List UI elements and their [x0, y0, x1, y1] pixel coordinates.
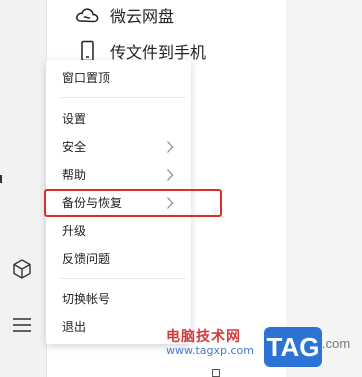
menu-item-label: 设置 — [62, 111, 87, 126]
menu-item-label: 安全 — [62, 139, 87, 154]
weiyun-drive-label: 微云网盘 — [110, 7, 175, 26]
cloud-icon — [74, 4, 100, 26]
menu-item-label: 升级 — [62, 223, 87, 238]
resize-handle[interactable] — [212, 369, 220, 377]
menu-item-feedback[interactable]: 反馈问题 — [46, 245, 191, 271]
menu-item-label: 退出 — [62, 319, 87, 334]
menu-item-label: 反馈问题 — [62, 251, 111, 266]
right-panel — [286, 0, 362, 377]
menu-item-switch-account[interactable]: 切换帐号 — [46, 285, 191, 311]
highlight-box — [44, 189, 222, 217]
watermark-suffix: .com — [322, 336, 351, 351]
watermark-badge: TAG — [264, 327, 322, 367]
menu-item-label: 帮助 — [62, 167, 87, 182]
watermark-text: 电脑技术网 — [166, 329, 241, 345]
watermark-url: www.tagxp.com — [166, 344, 254, 357]
menu-item-label: 窗口置顶 — [62, 70, 111, 85]
menu-separator — [60, 278, 186, 279]
menu-item-label: 切换帐号 — [62, 291, 111, 306]
cube-icon[interactable] — [10, 257, 34, 281]
chevron-right-icon — [166, 167, 174, 181]
menu-item-settings[interactable]: 设置 — [46, 105, 191, 131]
menu-separator — [60, 97, 186, 98]
chevron-right-icon — [166, 139, 174, 153]
menu-item-pin-window[interactable]: 窗口置顶 — [46, 64, 191, 90]
menu-item-upgrade[interactable]: 升级 — [46, 217, 191, 243]
rail-marker — [0, 175, 2, 183]
phone-icon — [74, 40, 100, 62]
hamburger-menu-icon[interactable] — [10, 313, 34, 337]
weiyun-drive-item[interactable]: 微云网盘 — [74, 2, 174, 28]
menu-item-security[interactable]: 安全 — [46, 133, 191, 159]
menu-item-help[interactable]: 帮助 — [46, 161, 191, 187]
